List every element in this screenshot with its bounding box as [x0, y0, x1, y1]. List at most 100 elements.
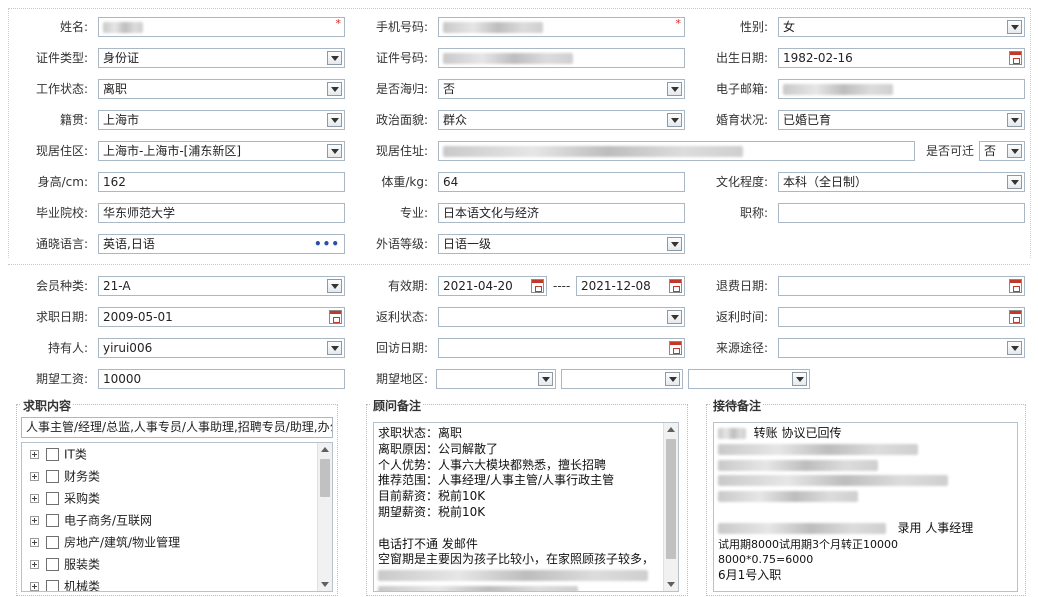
calendar-icon[interactable]: [1009, 279, 1022, 293]
tree-item-ecommerce[interactable]: 电子商务/互联网: [30, 509, 152, 531]
school-field[interactable]: 华东师范大学: [98, 203, 345, 223]
more-options-icon[interactable]: •••: [314, 235, 340, 253]
scroll-up-icon[interactable]: [667, 427, 675, 432]
calendar-icon[interactable]: [531, 279, 544, 293]
chevron-down-icon[interactable]: [327, 279, 342, 293]
expected-city-select[interactable]: [561, 369, 683, 389]
chevron-down-icon[interactable]: [667, 310, 682, 324]
email-field[interactable]: [778, 79, 1025, 99]
checkbox[interactable]: [46, 492, 59, 505]
calendar-icon[interactable]: [329, 310, 342, 324]
weight-field[interactable]: 64: [438, 172, 685, 192]
id-number-field[interactable]: [438, 48, 685, 68]
valid-to-value: 2021-12-08: [581, 279, 651, 293]
checkbox[interactable]: [46, 514, 59, 527]
checkbox[interactable]: [46, 558, 59, 571]
reception-notes-textarea[interactable]: 转账 协议已回传 录用 人事经理 试用期8000试用期3个月转正10000 80…: [713, 422, 1018, 592]
foreign-level-select[interactable]: 日语一级: [438, 234, 685, 254]
holder-label: 持有人:: [47, 341, 88, 355]
chevron-down-icon[interactable]: [792, 372, 807, 386]
native-place-select[interactable]: 上海市: [98, 110, 345, 130]
work-status-select[interactable]: 离职: [98, 79, 345, 99]
rebate-status-select[interactable]: [438, 307, 685, 327]
title-field[interactable]: [778, 203, 1025, 223]
returnee-select[interactable]: 否: [438, 79, 685, 99]
scroll-down-icon[interactable]: [667, 582, 675, 587]
chevron-down-icon[interactable]: [327, 51, 342, 65]
expand-icon[interactable]: [30, 538, 39, 547]
gender-select[interactable]: 女: [778, 17, 1025, 37]
chevron-down-icon[interactable]: [1007, 113, 1022, 127]
current-address-field[interactable]: [438, 141, 915, 161]
tree-item-it[interactable]: IT类: [30, 443, 87, 465]
expand-icon[interactable]: [30, 494, 39, 503]
tree-item-machinery[interactable]: 机械类: [30, 575, 100, 591]
job-date-field[interactable]: 2009-05-01: [98, 307, 345, 327]
name-field[interactable]: *: [98, 17, 345, 37]
expected-salary-field[interactable]: 10000: [98, 369, 345, 389]
major-field[interactable]: 日本语文化与经济: [438, 203, 685, 223]
chevron-down-icon[interactable]: [667, 82, 682, 96]
chevron-down-icon[interactable]: [667, 113, 682, 127]
tree-item-purchasing[interactable]: 采购类: [30, 487, 100, 509]
chevron-down-icon[interactable]: [667, 237, 682, 251]
tree-item-real-estate[interactable]: 房地产/建筑/物业管理: [30, 531, 180, 553]
scroll-thumb[interactable]: [320, 459, 330, 497]
current-area-select[interactable]: 上海市-上海市-[浦东新区]: [98, 141, 345, 161]
chevron-down-icon[interactable]: [327, 113, 342, 127]
languages-field[interactable]: 英语,日语 •••: [98, 234, 345, 254]
calendar-icon[interactable]: [1009, 310, 1022, 324]
scroll-thumb[interactable]: [666, 439, 676, 559]
chevron-down-icon[interactable]: [1007, 341, 1022, 355]
chevron-down-icon[interactable]: [1007, 20, 1022, 34]
scroll-up-icon[interactable]: [321, 447, 329, 452]
note-line: 个人优势：人事六大模块都熟悉，擅长招聘: [378, 457, 607, 472]
political-select[interactable]: 群众: [438, 110, 685, 130]
valid-to-field[interactable]: 2021-12-08: [576, 276, 685, 296]
expand-icon[interactable]: [30, 450, 39, 459]
chevron-down-icon[interactable]: [327, 82, 342, 96]
member-type-select[interactable]: 21-A: [98, 276, 345, 296]
chevron-down-icon[interactable]: [665, 372, 680, 386]
checkbox[interactable]: [46, 580, 59, 591]
calendar-icon[interactable]: [669, 341, 682, 355]
marital-select[interactable]: 已婚已育: [778, 110, 1025, 130]
rebate-time-field[interactable]: [778, 307, 1025, 327]
mobile-field[interactable]: *: [438, 17, 685, 37]
checkbox[interactable]: [46, 448, 59, 461]
expected-district-select[interactable]: [688, 369, 810, 389]
visit-date-field[interactable]: [438, 338, 685, 358]
chevron-down-icon[interactable]: [327, 341, 342, 355]
expand-icon[interactable]: [30, 582, 39, 591]
checkbox[interactable]: [46, 536, 59, 549]
notes-scrollbar[interactable]: [663, 423, 678, 591]
scroll-down-icon[interactable]: [321, 582, 329, 587]
tree-item-apparel[interactable]: 服装类: [30, 553, 100, 575]
consultant-notes-textarea[interactable]: 求职状态：离职 离职原因：公司解散了 个人优势：人事六大模块都熟悉，擅长招聘 推…: [373, 422, 679, 592]
refund-date-field[interactable]: [778, 276, 1025, 296]
expand-icon[interactable]: [30, 560, 39, 569]
note-line: 目前薪资：税前10K: [378, 489, 486, 504]
expand-icon[interactable]: [30, 516, 39, 525]
job-content-summary[interactable]: 人事主管/经理/总监,人事专员/人事助理,招聘专员/助理,办公: [21, 417, 333, 438]
tree-item-finance[interactable]: 财务类: [30, 465, 100, 487]
relocatable-select[interactable]: 否: [979, 141, 1025, 161]
education-select[interactable]: 本科（全日制）: [778, 172, 1025, 192]
checkbox[interactable]: [46, 470, 59, 483]
source-select[interactable]: [778, 338, 1025, 358]
chevron-down-icon[interactable]: [1007, 175, 1022, 189]
valid-from-field[interactable]: 2021-04-20: [438, 276, 547, 296]
height-field[interactable]: 162: [98, 172, 345, 192]
calendar-icon[interactable]: [669, 279, 682, 293]
expected-province-select[interactable]: [436, 369, 556, 389]
native-place-value: 上海市: [103, 113, 140, 127]
expand-icon[interactable]: [30, 472, 39, 481]
calendar-icon[interactable]: [1009, 51, 1022, 65]
chevron-down-icon[interactable]: [1007, 144, 1022, 158]
chevron-down-icon[interactable]: [327, 144, 342, 158]
holder-select[interactable]: yirui006: [98, 338, 345, 358]
tree-scrollbar[interactable]: [317, 443, 332, 591]
chevron-down-icon[interactable]: [538, 372, 553, 386]
birth-date-field[interactable]: 1982-02-16: [778, 48, 1025, 68]
id-type-select[interactable]: 身份证: [98, 48, 345, 68]
